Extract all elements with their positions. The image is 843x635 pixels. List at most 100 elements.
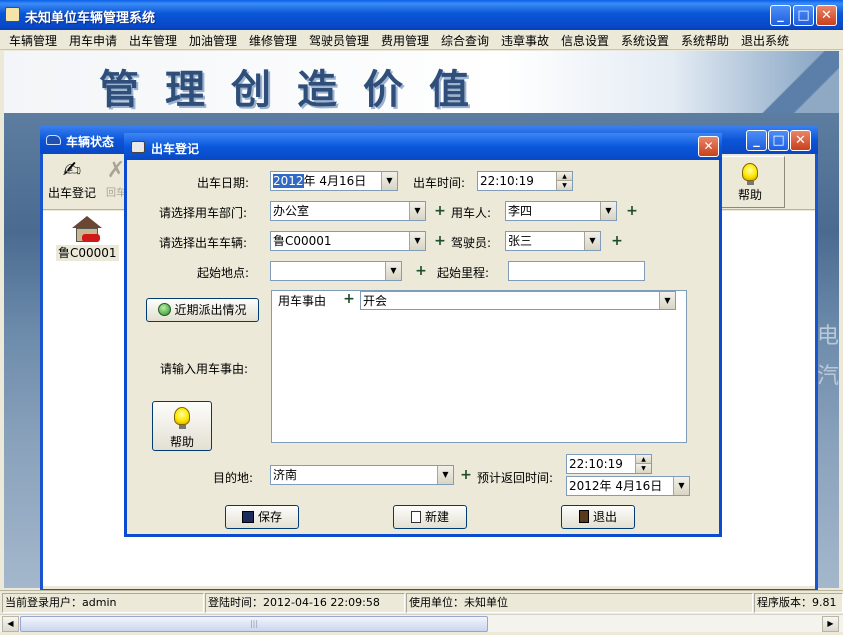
time-spinner[interactable]: ▲ ▼ bbox=[556, 172, 572, 190]
dispatch-date-picker[interactable]: 2012年 4月16日 ▼ bbox=[270, 171, 398, 191]
status-user: 当前登录用户：admin bbox=[2, 593, 204, 613]
chevron-down-icon[interactable]: ▼ bbox=[409, 202, 425, 220]
add-user-plus-icon[interactable]: + bbox=[626, 204, 638, 218]
scroll-right-arrow-icon[interactable]: ▶ bbox=[822, 616, 839, 632]
child-minimize-button[interactable]: _ bbox=[746, 130, 767, 151]
banner-slogan: 管理创造价值 bbox=[99, 66, 495, 113]
driver-select[interactable]: 张三 ▼ bbox=[505, 231, 601, 251]
start-place-label: 起始地点: bbox=[197, 266, 250, 280]
vehicle-status-title: 车辆状态 bbox=[66, 135, 115, 149]
date-year-selected: 2012 bbox=[273, 174, 304, 188]
add-department-plus-icon[interactable]: + bbox=[434, 204, 446, 218]
add-start-place-plus-icon[interactable]: + bbox=[415, 264, 427, 278]
user-label: 用车人: bbox=[451, 206, 492, 220]
new-label: 新建 bbox=[424, 510, 449, 524]
vehicle-plate: 鲁C00001 bbox=[56, 245, 119, 261]
background-text-a: 电 bbox=[816, 324, 839, 349]
menu-help[interactable]: 系统帮助 bbox=[681, 32, 729, 49]
chevron-down-icon[interactable]: ▼ bbox=[437, 466, 453, 484]
time-label: 出车时间: bbox=[413, 176, 466, 190]
menu-repair[interactable]: 维修管理 bbox=[249, 32, 297, 49]
dialog-close-button[interactable]: ✕ bbox=[698, 136, 719, 157]
app-titlebar: 未知单位车辆管理系统 _ □ ✕ bbox=[0, 0, 843, 30]
add-vehicle-plus-icon[interactable]: + bbox=[434, 234, 446, 248]
horizontal-scrollbar[interactable]: ◀ ||| ▶ bbox=[0, 614, 843, 632]
toolbar-help-button[interactable]: 帮助 bbox=[715, 156, 785, 208]
menu-dispatch[interactable]: 出车管理 bbox=[129, 32, 177, 49]
return-time-label: 预计返回时间: bbox=[477, 471, 554, 485]
dialog-help-button[interactable]: 帮助 bbox=[152, 401, 212, 451]
reason-value: 开会 bbox=[363, 294, 388, 308]
start-mileage-label: 起始里程: bbox=[437, 266, 490, 280]
child-close-button[interactable]: ✕ bbox=[790, 130, 811, 151]
chevron-down-icon[interactable]: ▼ bbox=[584, 232, 600, 250]
return-button[interactable]: ✗ 回车 bbox=[106, 158, 126, 199]
banner: 管理创造价值 bbox=[4, 51, 839, 113]
driver-value: 张三 bbox=[508, 234, 533, 248]
exit-button[interactable]: 退出 bbox=[561, 505, 635, 529]
save-label: 保存 bbox=[257, 510, 282, 524]
scroll-left-arrow-icon[interactable]: ◀ bbox=[2, 616, 19, 632]
lightbulb-icon bbox=[174, 407, 190, 429]
start-place-select[interactable]: ▼ bbox=[270, 261, 402, 281]
new-button[interactable]: 新建 bbox=[393, 505, 467, 529]
app-icon bbox=[5, 7, 20, 22]
car-icon bbox=[46, 135, 61, 145]
destination-select[interactable]: 济南 ▼ bbox=[270, 465, 454, 485]
menu-info[interactable]: 信息设置 bbox=[561, 32, 609, 49]
close-button[interactable]: ✕ bbox=[816, 5, 837, 26]
vehicle-label: 请选择出车车辆: bbox=[159, 236, 248, 250]
dispatch-register-label: 出车登记 bbox=[48, 186, 97, 200]
menu-violation[interactable]: 违章事故 bbox=[501, 32, 549, 49]
return-date-picker[interactable]: 2012年 4月16日 ▼ bbox=[566, 476, 690, 496]
reason-select[interactable]: 开会 ▼ bbox=[360, 291, 676, 310]
add-driver-plus-icon[interactable]: + bbox=[611, 234, 623, 248]
menu-exit[interactable]: 退出系统 bbox=[741, 32, 789, 49]
chevron-down-icon[interactable]: ▼ bbox=[600, 202, 616, 220]
return-time-input[interactable]: 22:10:19 ▲ ▼ bbox=[566, 454, 652, 474]
add-reason-plus-icon[interactable]: + bbox=[343, 292, 355, 306]
app-title: 未知单位车辆管理系统 bbox=[25, 11, 156, 26]
recent-dispatch-label: 近期派出情况 bbox=[174, 303, 247, 317]
return-time-spinner[interactable]: ▲ ▼ bbox=[635, 455, 651, 473]
maximize-button[interactable]: □ bbox=[793, 5, 814, 26]
menu-fuel[interactable]: 加油管理 bbox=[189, 32, 237, 49]
destination-label: 目的地: bbox=[213, 471, 254, 485]
new-document-icon bbox=[410, 511, 421, 523]
dispatch-icon: ✍ bbox=[62, 158, 82, 183]
chevron-down-icon[interactable]: ▼ bbox=[381, 172, 397, 190]
chevron-down-icon[interactable]: ▼ bbox=[385, 262, 401, 280]
date-label: 出车日期: bbox=[197, 176, 250, 190]
dispatch-register-button[interactable]: ✍ 出车登记 bbox=[48, 158, 96, 201]
save-button[interactable]: 保存 bbox=[225, 505, 299, 529]
lightbulb-icon bbox=[742, 163, 758, 185]
menu-query[interactable]: 综合查询 bbox=[441, 32, 489, 49]
vehicle-item[interactable]: 鲁C00001 bbox=[56, 216, 119, 261]
dispatch-dialog: 出车登记 ✕ 出车日期: 2012年 4月16日 ▼ 出车时间: 22:10:1… bbox=[124, 133, 722, 537]
start-mileage-input[interactable] bbox=[508, 261, 645, 281]
reason-textarea[interactable]: 用车事由 + 开会 ▼ bbox=[271, 290, 687, 443]
destination-value: 济南 bbox=[273, 468, 298, 482]
status-bar: 当前登录用户：admin 登陆时间：2012-04-16 22:09:58 使用… bbox=[0, 590, 843, 614]
minimize-button[interactable]: _ bbox=[770, 5, 791, 26]
recent-dispatch-button[interactable]: 近期派出情况 bbox=[146, 298, 259, 322]
menu-apply[interactable]: 用车申请 bbox=[69, 32, 117, 49]
date-rest: 年 4月16日 bbox=[303, 174, 367, 188]
vehicle-select[interactable]: 鲁C00001 ▼ bbox=[270, 231, 426, 251]
toolbar-help-label: 帮助 bbox=[737, 188, 762, 202]
add-destination-plus-icon[interactable]: + bbox=[460, 468, 472, 482]
menu-driver[interactable]: 驾驶员管理 bbox=[309, 32, 369, 49]
child-maximize-button[interactable]: □ bbox=[768, 130, 789, 151]
exit-door-icon bbox=[578, 510, 589, 523]
reason-header-label: 用车事由 bbox=[278, 294, 327, 308]
chevron-down-icon[interactable]: ▼ bbox=[673, 477, 689, 495]
menu-cost[interactable]: 费用管理 bbox=[381, 32, 429, 49]
scroll-thumb[interactable]: ||| bbox=[20, 616, 488, 632]
dispatch-time-input[interactable]: 22:10:19 ▲ ▼ bbox=[477, 171, 573, 191]
department-select[interactable]: 办公室 ▼ bbox=[270, 201, 426, 221]
menu-vehicle[interactable]: 车辆管理 bbox=[9, 32, 57, 49]
user-select[interactable]: 李四 ▼ bbox=[505, 201, 617, 221]
chevron-down-icon[interactable]: ▼ bbox=[659, 292, 675, 309]
chevron-down-icon[interactable]: ▼ bbox=[409, 232, 425, 250]
menu-settings[interactable]: 系统设置 bbox=[621, 32, 669, 49]
